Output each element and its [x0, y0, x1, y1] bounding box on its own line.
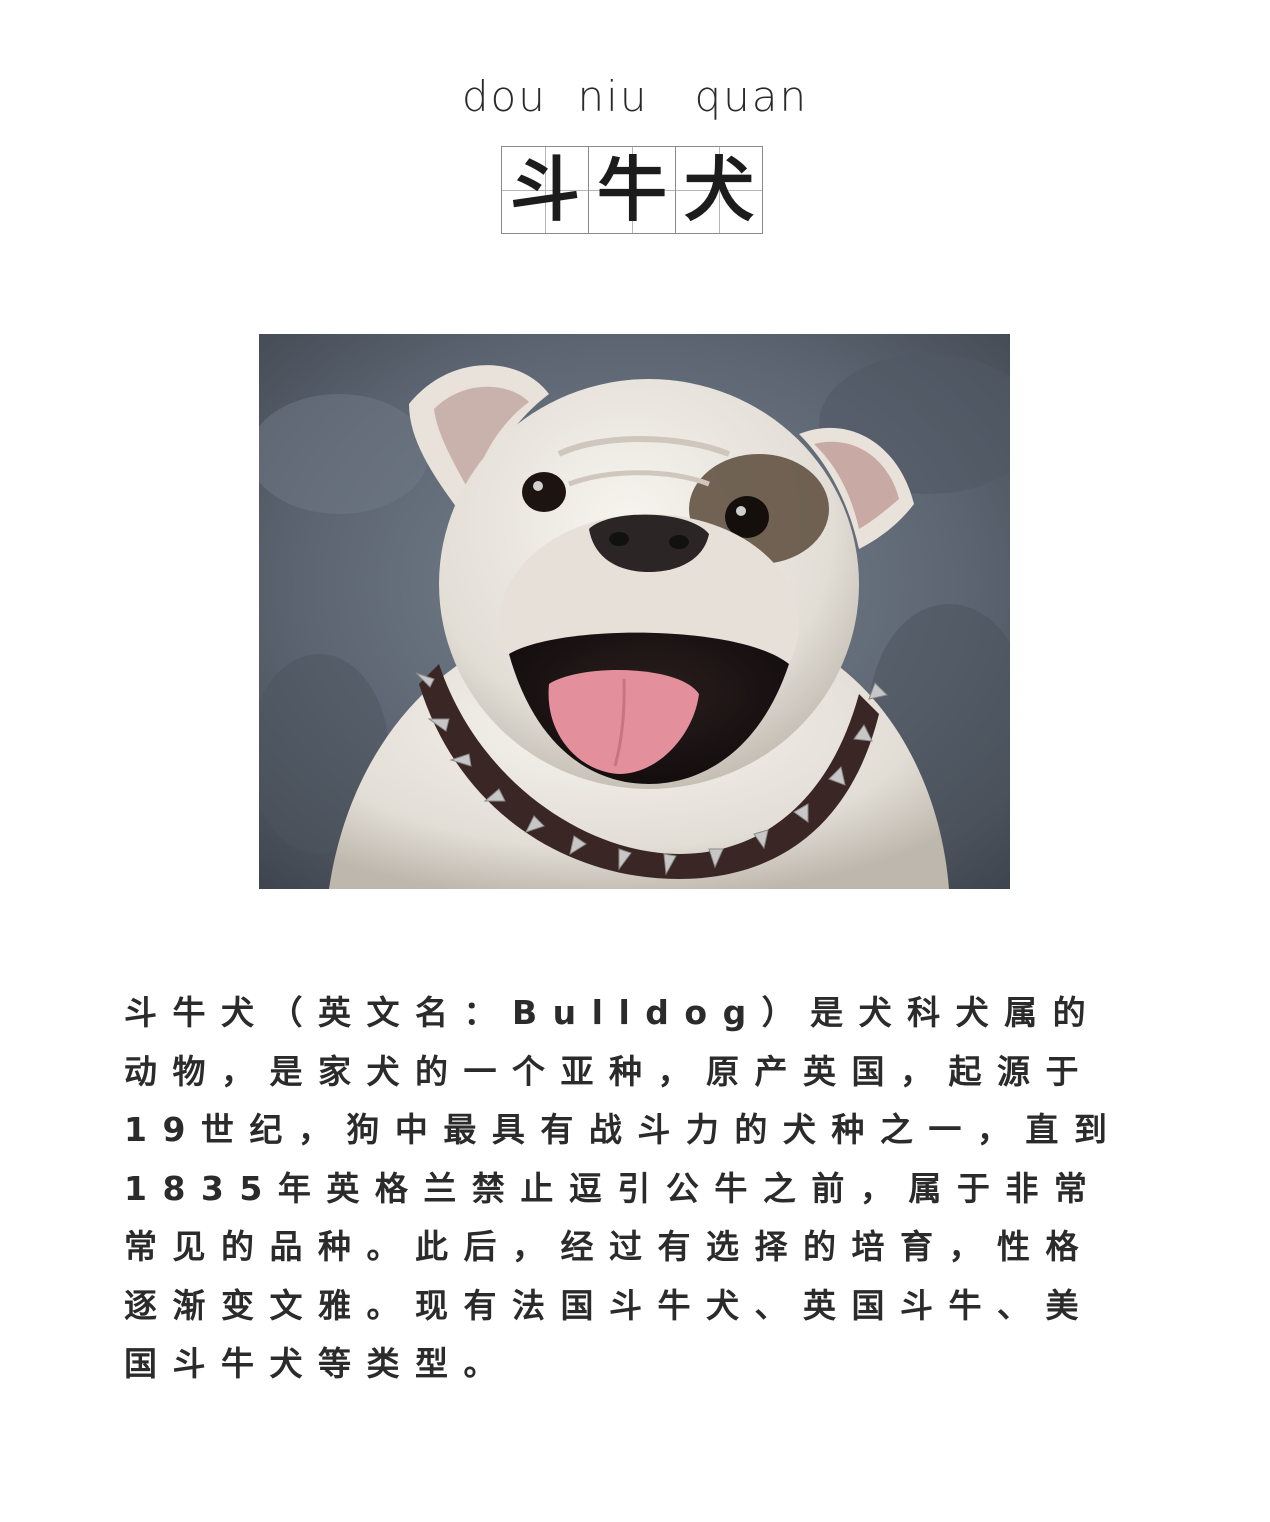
- title-cell: 斗: [501, 146, 589, 234]
- title-cell: 犬: [675, 146, 763, 234]
- pinyin-label: dou niu quan: [461, 72, 809, 121]
- dog-photo: [259, 334, 1010, 889]
- title-char: 斗: [510, 149, 580, 231]
- title-cell: 牛: [588, 146, 676, 234]
- title-char: 牛: [597, 149, 667, 231]
- description-text: 斗牛犬（英文名：Bulldog）是犬科犬属的动物，是家犬的一个亚种，原产英国，起…: [124, 993, 1123, 1383]
- dog-illustration: [259, 334, 1010, 889]
- title-grid: 斗 牛 犬: [501, 146, 765, 234]
- title-char: 犬: [684, 149, 754, 231]
